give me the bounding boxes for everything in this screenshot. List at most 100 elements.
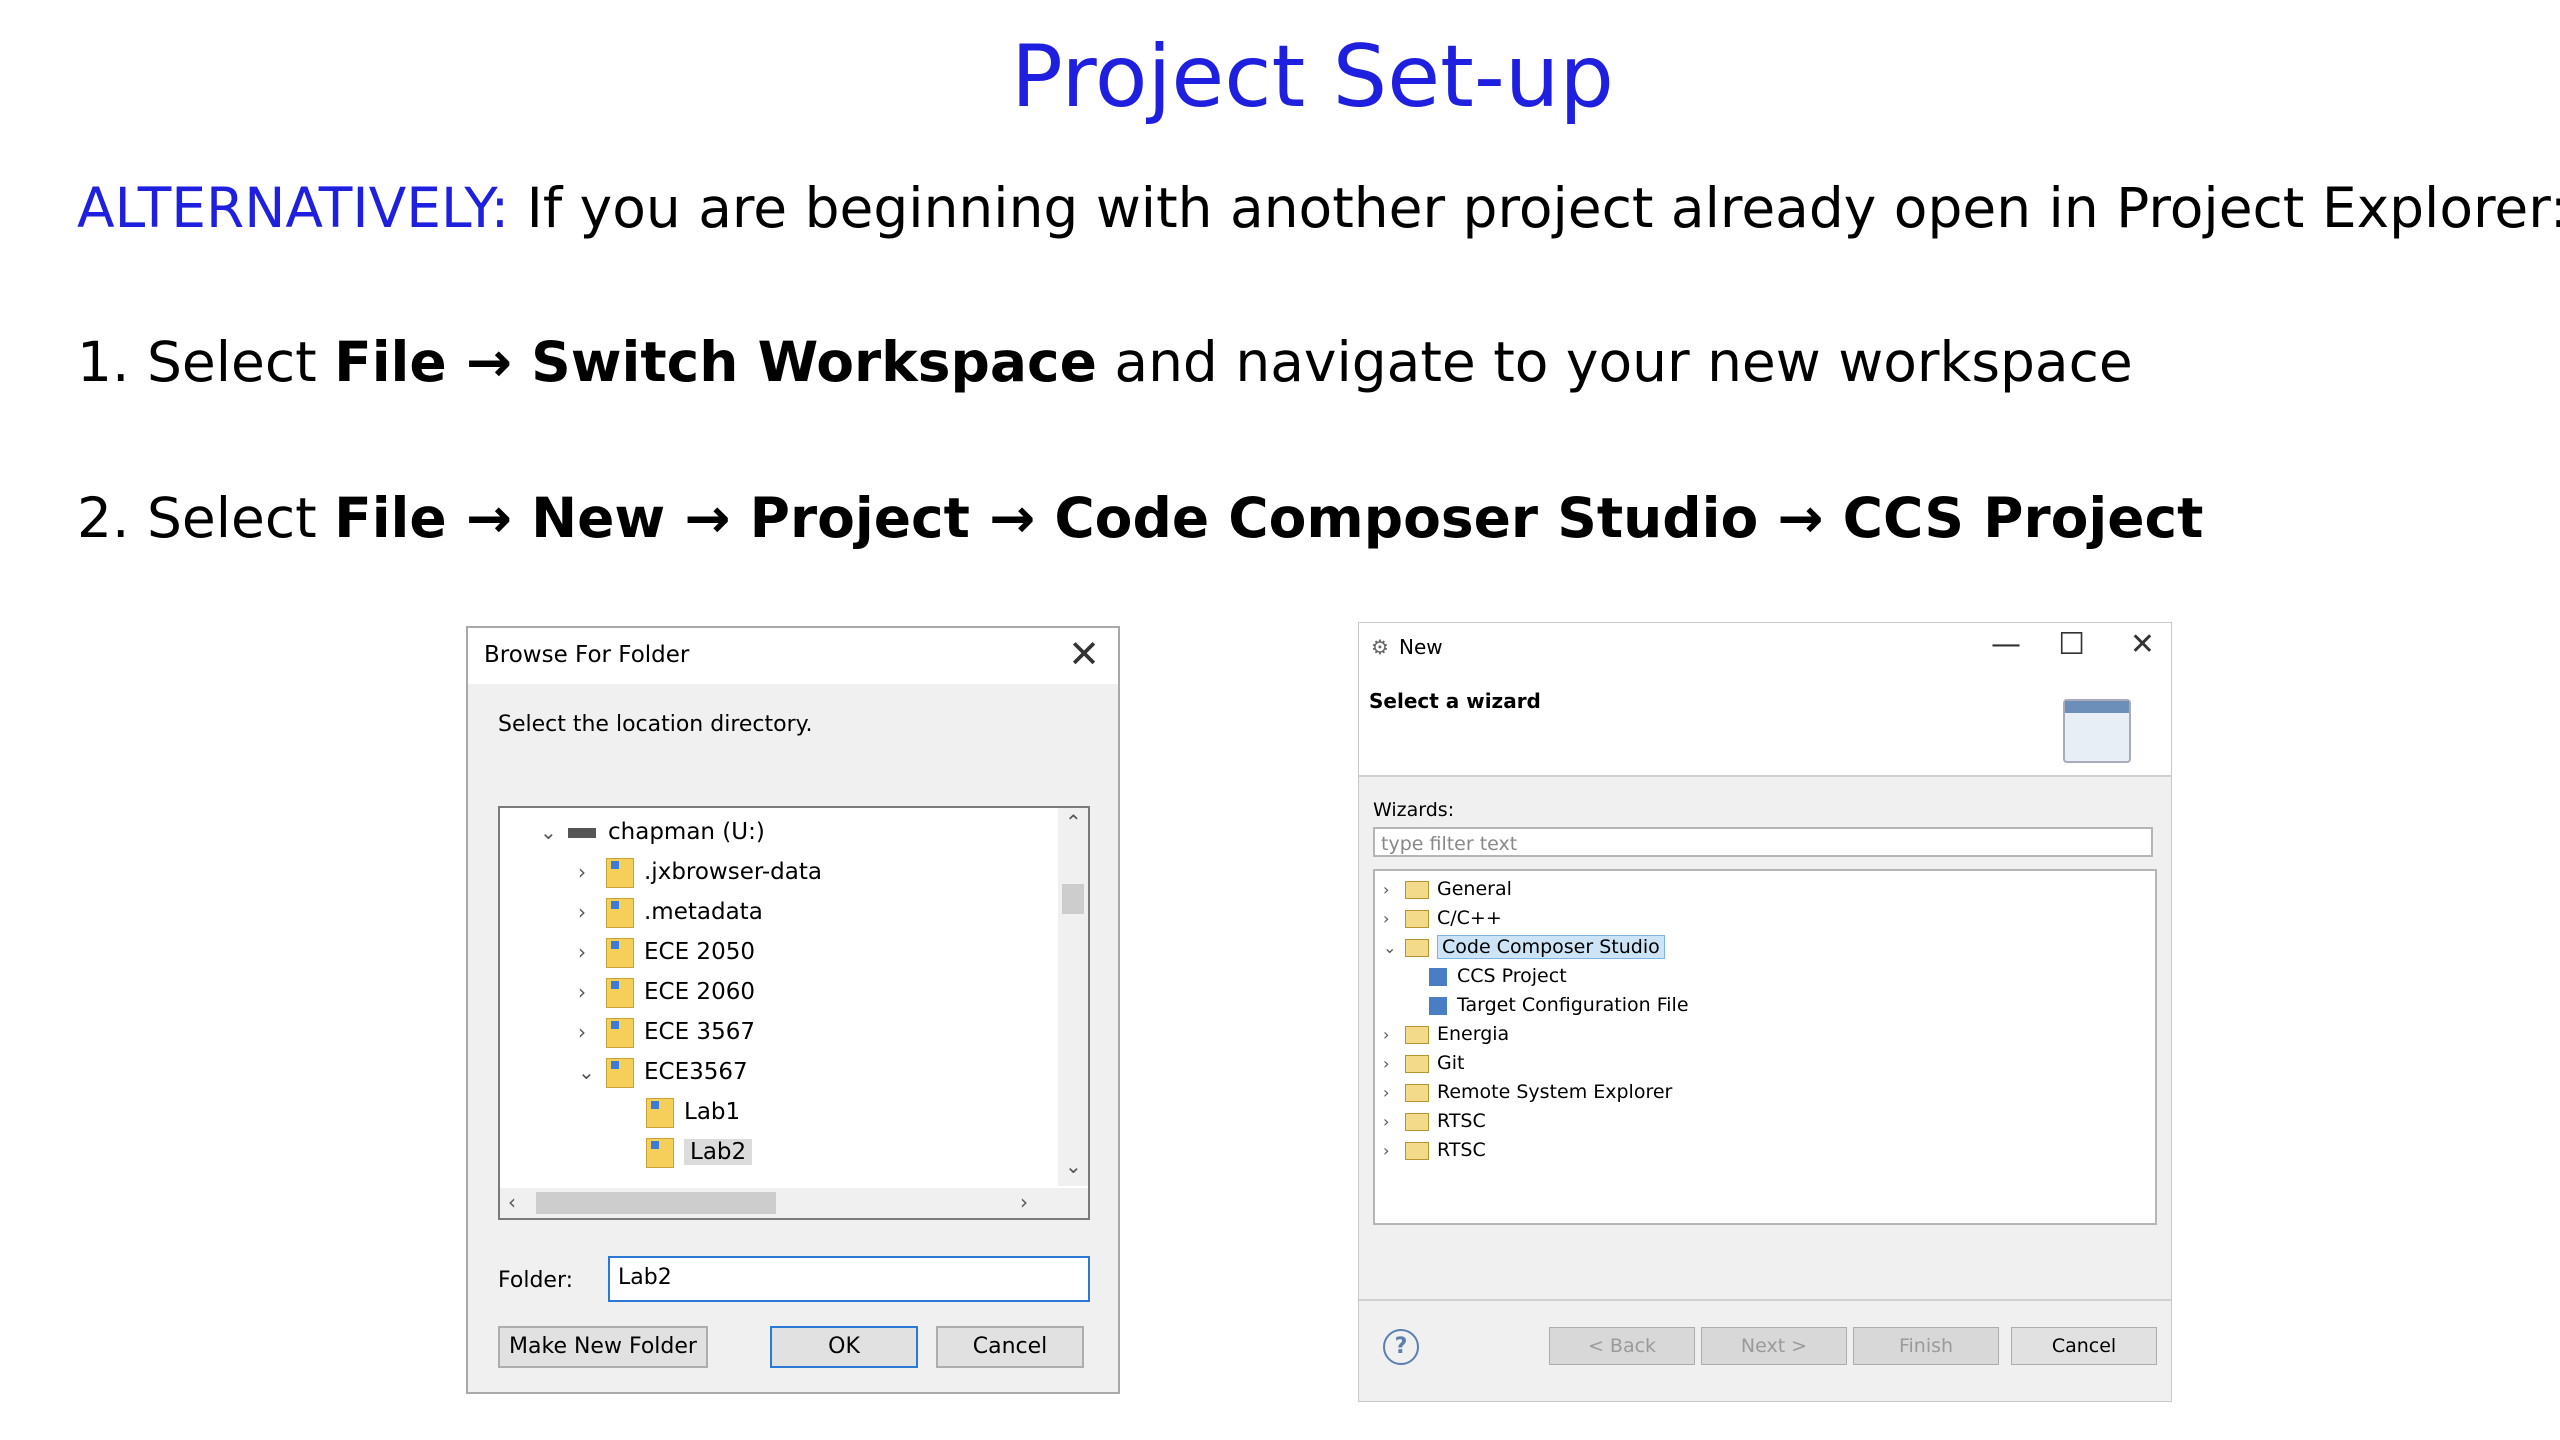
help-icon[interactable]: ? [1383,1329,1419,1365]
wizard-item[interactable]: › RTSC [1383,1107,1486,1135]
tree-item[interactable]: › ECE 2060 [578,972,755,1012]
chevron-down-icon[interactable]: ⌄ [1383,934,1405,962]
step1-switch-workspace: Switch Workspace [531,330,1097,394]
tree-item-label: .jxbrowser-data [644,859,822,885]
tree-item[interactable]: › ECE 2050 [578,932,755,972]
step2-project: Project [749,486,970,550]
arrow-icon: → [969,486,1055,550]
browse-prompt: Select the location directory. [498,712,813,737]
maximize-icon[interactable]: ☐ [2058,627,2085,662]
step2-prefix: 2. Select [77,486,335,550]
arrow-icon: → [446,486,532,550]
make-new-folder-button[interactable]: Make New Folder [498,1326,708,1368]
wizard-item[interactable]: CCS Project [1429,962,1567,990]
wizard-item-label: RTSC [1437,1139,1486,1161]
tree-item[interactable]: ⌄ ECE3567 [578,1052,748,1092]
chevron-down-icon[interactable]: ⌄ [578,1052,606,1092]
close-icon[interactable]: ✕ [2130,627,2155,662]
wizard-item[interactable]: › RTSC [1383,1136,1486,1164]
scroll-down-icon[interactable]: ⌄ [1065,1154,1082,1178]
chevron-right-icon[interactable]: › [1383,905,1405,933]
wizard-header: ⚙ New — ☐ ✕ Select a wizard [1359,623,2171,777]
step2-file: File [334,486,447,550]
folder-icon [1405,1054,1429,1073]
cancel-button[interactable]: Cancel [2011,1327,2157,1365]
browse-titlebar: Browse For Folder ✕ [468,628,1118,684]
tree-item-label: ECE 3567 [644,1019,755,1045]
vertical-scrollbar[interactable]: ⌃ ⌄ [1058,808,1088,1186]
chevron-right-icon[interactable]: › [578,852,606,892]
chevron-right-icon[interactable]: › [1383,1050,1405,1078]
arrow-icon: → [665,486,750,550]
close-icon[interactable]: ✕ [1068,632,1100,676]
tree-item-label: Lab2 [684,1139,753,1165]
folder-icon [606,937,634,968]
tree-item[interactable]: › .metadata [578,892,763,932]
scroll-left-icon[interactable]: ‹ [508,1190,516,1214]
folder-icon [606,857,634,888]
filter-input[interactable]: type filter text [1373,827,2153,857]
tree-item[interactable]: ⌄ chapman (U:) [540,812,765,852]
next-button[interactable]: Next > [1701,1327,1847,1365]
minimize-icon[interactable]: — [1991,627,2021,662]
tree-item[interactable]: › ECE 3567 [578,1012,755,1052]
new-wizard-dialog: ⚙ New — ☐ ✕ Select a wizard Wizards: typ… [1358,622,2172,1402]
browse-dialog-title: Browse For Folder [484,642,690,668]
chevron-right-icon[interactable]: › [578,932,606,972]
chevron-right-icon[interactable]: › [1383,1137,1405,1165]
wizard-item[interactable]: › Remote System Explorer [1383,1078,1672,1106]
wizard-item[interactable]: › C/C++ [1383,904,1502,932]
tree-item[interactable]: Lab2 [618,1132,753,1172]
scrollbar-thumb[interactable] [1062,884,1084,914]
horizontal-scrollbar[interactable]: ‹ › [500,1188,1088,1218]
project-icon [1429,996,1447,1015]
step-2: 2. Select File → New → Project → Code Co… [77,478,2203,558]
chevron-right-icon[interactable]: › [578,1012,606,1052]
chevron-right-icon[interactable]: › [1383,1021,1405,1049]
chevron-right-icon[interactable]: › [1383,1079,1405,1107]
back-button[interactable]: < Back [1549,1327,1695,1365]
tree-item-label: Lab1 [684,1099,741,1125]
folder-icon [606,897,634,928]
chevron-right-icon[interactable]: › [1383,876,1405,904]
folder-icon [646,1097,674,1128]
scroll-right-icon[interactable]: › [1020,1190,1028,1214]
chevron-right-icon[interactable]: › [1383,1108,1405,1136]
intro-line: ALTERNATIVELY: If you are beginning with… [77,168,2560,248]
ok-button[interactable]: OK [770,1326,918,1368]
folder-icon [606,977,634,1008]
folder-icon [646,1137,674,1168]
tree-item-label: .metadata [644,899,763,925]
chevron-right-icon[interactable]: › [578,972,606,1012]
tree-item-label: ECE 2060 [644,979,755,1005]
wizard-item[interactable]: Target Configuration File [1429,991,1689,1019]
step1-file: File [334,330,447,394]
tree-item[interactable]: › .jxbrowser-data [578,852,822,892]
folder-icon [606,1017,634,1048]
wizard-tree[interactable]: › General › C/C++ ⌄ Code Composer Studio CCS P… [1373,869,2157,1225]
cancel-button[interactable]: Cancel [936,1326,1084,1368]
browse-for-folder-dialog: Browse For Folder ✕ Select the location … [466,626,1120,1394]
chevron-right-icon[interactable]: › [578,892,606,932]
tree-item[interactable]: Lab1 [618,1092,740,1132]
folder-input[interactable]: Lab2 [608,1256,1090,1302]
scroll-up-icon[interactable]: ⌃ [1065,810,1082,834]
wizards-label: Wizards: [1373,799,1455,821]
chevron-down-icon[interactable]: ⌄ [540,812,568,852]
gear-icon: ⚙ [1371,635,1389,659]
intro-highlight: ALTERNATIVELY: [77,176,510,240]
wizard-item[interactable]: › Git [1383,1049,1464,1077]
folder-tree[interactable]: ⌃ ⌄ ‹ › ⌄ chapman (U:) › .jxbrowser-data › .m… [498,806,1090,1220]
intro-text: If you are beginning with another projec… [509,176,2560,240]
tree-item-label: chapman (U:) [608,819,765,845]
wizard-item-label: CCS Project [1457,965,1567,987]
finish-button[interactable]: Finish [1853,1327,1999,1365]
wizard-item[interactable]: ⌄ Code Composer Studio [1383,933,1665,961]
step2-new: New [531,486,666,550]
folder-label: Folder: [498,1268,574,1293]
wizard-item[interactable]: › General [1383,875,1512,903]
slide-title: Project Set-up [1011,27,1614,127]
scrollbar-thumb[interactable] [536,1192,776,1214]
wizard-item[interactable]: › Energia [1383,1020,1509,1048]
wizard-banner-icon [2063,699,2131,763]
